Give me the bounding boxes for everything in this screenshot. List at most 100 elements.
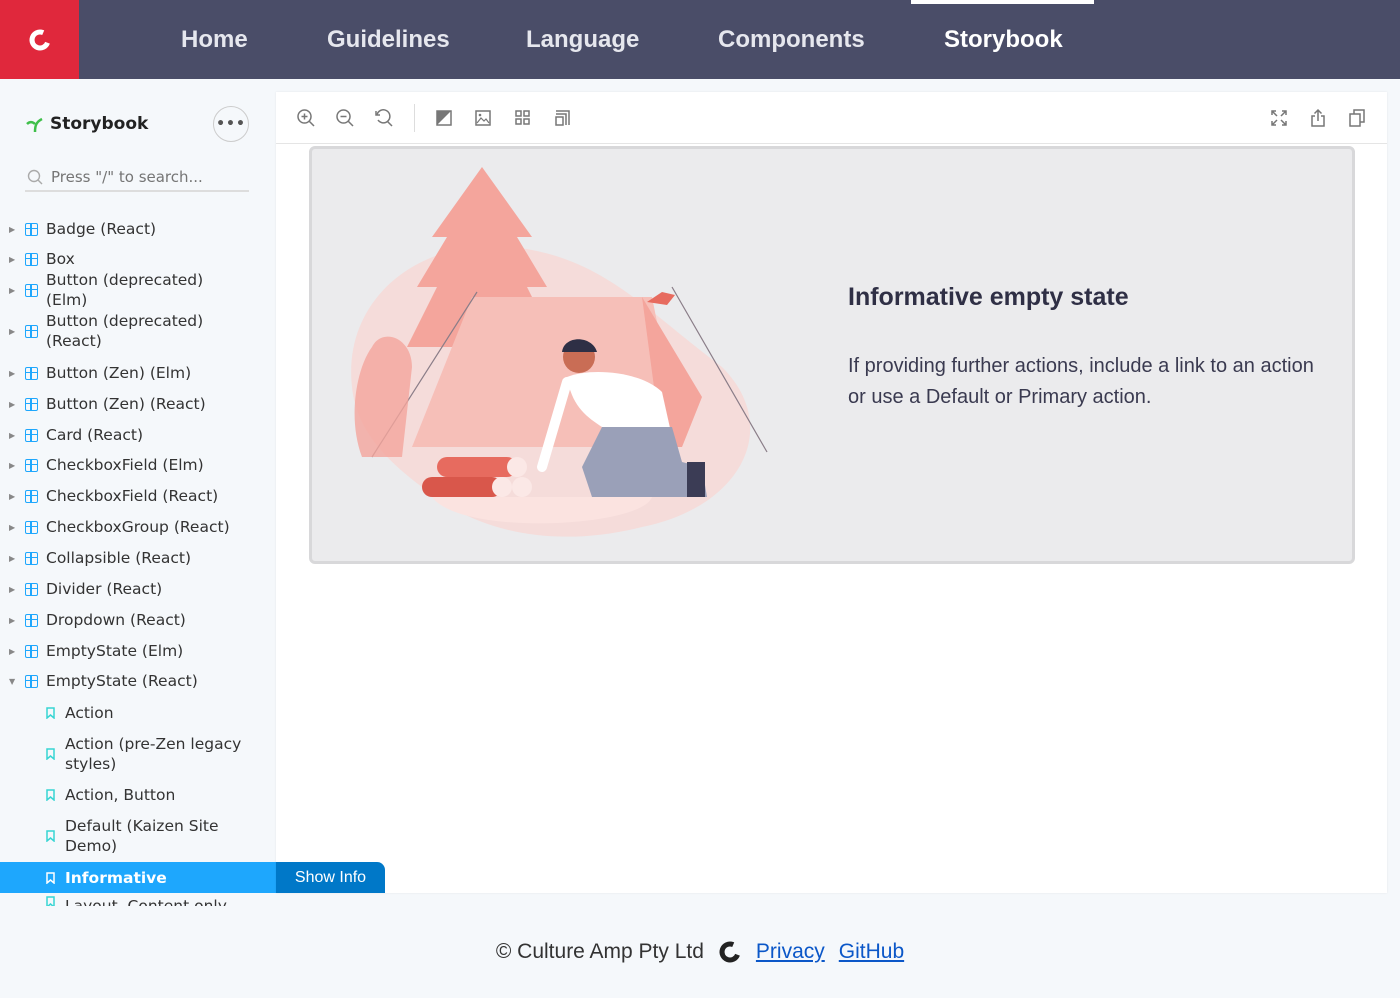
- sidebar-item-story[interactable]: Layout, Content only: [0, 896, 276, 906]
- component-icon: [25, 582, 38, 596]
- bookmark-icon: [46, 871, 55, 884]
- sidebar-item-label: Badge (React): [46, 220, 157, 238]
- sidebar-item-label: CheckboxField (React): [46, 487, 219, 505]
- sidebar-item-component[interactable]: ▶ CheckboxField (React): [0, 484, 276, 508]
- sidebar-item-label: Action: [65, 704, 114, 722]
- component-icon: [25, 428, 38, 442]
- nav-guidelines[interactable]: Guidelines: [327, 0, 450, 79]
- sidebar-item-label: CheckboxField (Elm): [46, 456, 204, 474]
- bookmark-icon: [46, 748, 55, 760]
- component-icon: [25, 324, 38, 338]
- sidebar-item-component[interactable]: ▶ Button (Zen) (Elm): [0, 361, 276, 385]
- empty-state-body: If providing further actions, include a …: [848, 355, 1314, 408]
- sidebar-item-component[interactable]: ▶ Collapsible (React): [0, 546, 276, 570]
- fullscreen-icon[interactable]: [1269, 108, 1289, 128]
- nav-components[interactable]: Components: [718, 0, 865, 79]
- sidebar-item-label: Default (Kaizen Site Demo): [65, 817, 219, 855]
- component-icon: [25, 674, 38, 688]
- empty-state-title: Informative empty state: [848, 283, 1129, 311]
- copyright: © Culture Amp Pty Ltd: [495, 940, 704, 963]
- sidebar-item-story[interactable]: Informative: [0, 862, 276, 893]
- caret-right-icon: ▶: [9, 522, 16, 532]
- sidebar-item-component[interactable]: ▶ Badge (React): [0, 217, 276, 241]
- culture-amp-logo-small: [719, 941, 741, 963]
- sidebar-item-story[interactable]: Action: [0, 701, 276, 725]
- sidebar-item-story[interactable]: Default (Kaizen Site Demo): [0, 816, 276, 856]
- ellipsis-icon[interactable]: •••: [213, 106, 249, 142]
- sidebar-item-label: Collapsible (React): [46, 549, 192, 567]
- sidebar-item-label: Button (Zen) (React): [46, 395, 206, 413]
- caret-right-icon: ▶: [9, 584, 16, 594]
- caret-right-icon: ▶: [9, 491, 16, 501]
- component-icon: [25, 252, 38, 266]
- caret-down-icon: ▼: [9, 676, 16, 686]
- share-icon[interactable]: [1308, 108, 1328, 128]
- nav-language[interactable]: Language: [526, 0, 639, 79]
- component-icon: [25, 366, 38, 380]
- culture-amp-logo[interactable]: [0, 0, 79, 79]
- component-icon: [25, 489, 38, 503]
- nav-storybook[interactable]: Storybook: [911, 0, 1094, 79]
- sidebar-item-label: Card (React): [46, 426, 143, 444]
- grid-icon[interactable]: [513, 108, 533, 128]
- show-info-button[interactable]: Show Info: [276, 862, 385, 893]
- caret-right-icon: ▶: [9, 399, 16, 409]
- footer: © Culture Amp Pty Ltd Privacy GitHub: [0, 940, 1400, 964]
- component-icon: [25, 520, 38, 534]
- top-nav: Home Guidelines Language Components Stor…: [0, 0, 1400, 79]
- toolbar-divider: [414, 104, 415, 132]
- sidebar-item-label: Button (deprecated) (Elm): [46, 271, 204, 309]
- sidebar-item-label: Action, Button: [65, 786, 176, 804]
- sidebar-item-label: CheckboxGroup (React): [46, 518, 230, 536]
- sidebar-item-story[interactable]: Action (pre-Zen legacy styles): [0, 734, 276, 774]
- sidebar-item-component[interactable]: ▼ EmptyState (React): [0, 669, 276, 693]
- component-icon: [25, 613, 38, 627]
- zoom-in-icon[interactable]: [296, 108, 316, 128]
- sidebar-item-story[interactable]: Action, Button: [0, 783, 276, 807]
- bookmark-icon: [46, 707, 55, 719]
- background-icon[interactable]: [434, 108, 454, 128]
- preview-panel: Informative empty state If providing fur…: [276, 92, 1387, 893]
- sidebar-item-component[interactable]: ▶ Box: [0, 247, 276, 271]
- image-icon[interactable]: [473, 108, 493, 128]
- viewport-icon[interactable]: [552, 108, 572, 128]
- caret-right-icon: ▶: [9, 224, 16, 234]
- github-link[interactable]: GitHub: [839, 940, 904, 964]
- sidebar-item-label: Informative: [65, 868, 167, 887]
- sidebar-item-label: Layout, Content only: [65, 897, 227, 906]
- bookmark-icon: [46, 896, 55, 906]
- sidebar-item-component[interactable]: ▶ Divider (React): [0, 577, 276, 601]
- sidebar-item-component[interactable]: ▶ CheckboxGroup (React): [0, 515, 276, 539]
- caret-right-icon: ▶: [9, 326, 16, 336]
- caret-right-icon: ▶: [9, 285, 16, 295]
- sidebar-item-component[interactable]: ▶ EmptyState (Elm): [0, 639, 276, 663]
- search-icon: [27, 169, 43, 184]
- reset-zoom-icon[interactable]: [374, 108, 394, 128]
- sidebar-item-component[interactable]: ▶ Card (React): [0, 423, 276, 447]
- caret-right-icon: ▶: [9, 368, 16, 378]
- search-field[interactable]: [25, 163, 249, 192]
- caret-right-icon: ▶: [9, 553, 16, 563]
- component-icon: [25, 551, 38, 565]
- caret-right-icon: ▶: [9, 460, 16, 470]
- privacy-link[interactable]: Privacy: [756, 940, 825, 964]
- sidebar-item-component[interactable]: ▶ Button (deprecated) (React): [0, 311, 276, 351]
- zoom-out-icon[interactable]: [335, 108, 355, 128]
- sidebar-item-component[interactable]: ▶ Dropdown (React): [0, 608, 276, 632]
- story-preview: Informative empty state If providing fur…: [309, 146, 1355, 564]
- component-icon: [25, 458, 38, 472]
- sidebar-item-label: Divider (React): [46, 580, 163, 598]
- toolbar: [276, 92, 1387, 144]
- copy-icon[interactable]: [1347, 108, 1367, 128]
- sprout-icon: [26, 117, 43, 133]
- storybook-title[interactable]: Storybook: [26, 114, 148, 134]
- sidebar-item-component[interactable]: ▶ Button (deprecated) (Elm): [0, 271, 276, 309]
- sidebar-item-label: Dropdown (React): [46, 611, 186, 629]
- sidebar-item-component[interactable]: ▶ Button (Zen) (React): [0, 392, 276, 416]
- sidebar-item-component[interactable]: ▶ CheckboxField (Elm): [0, 453, 276, 477]
- nav-home[interactable]: Home: [181, 0, 248, 79]
- bookmark-icon: [46, 830, 55, 842]
- component-icon: [25, 222, 38, 236]
- sidebar-item-label: EmptyState (Elm): [46, 642, 184, 660]
- search-input[interactable]: [51, 167, 241, 186]
